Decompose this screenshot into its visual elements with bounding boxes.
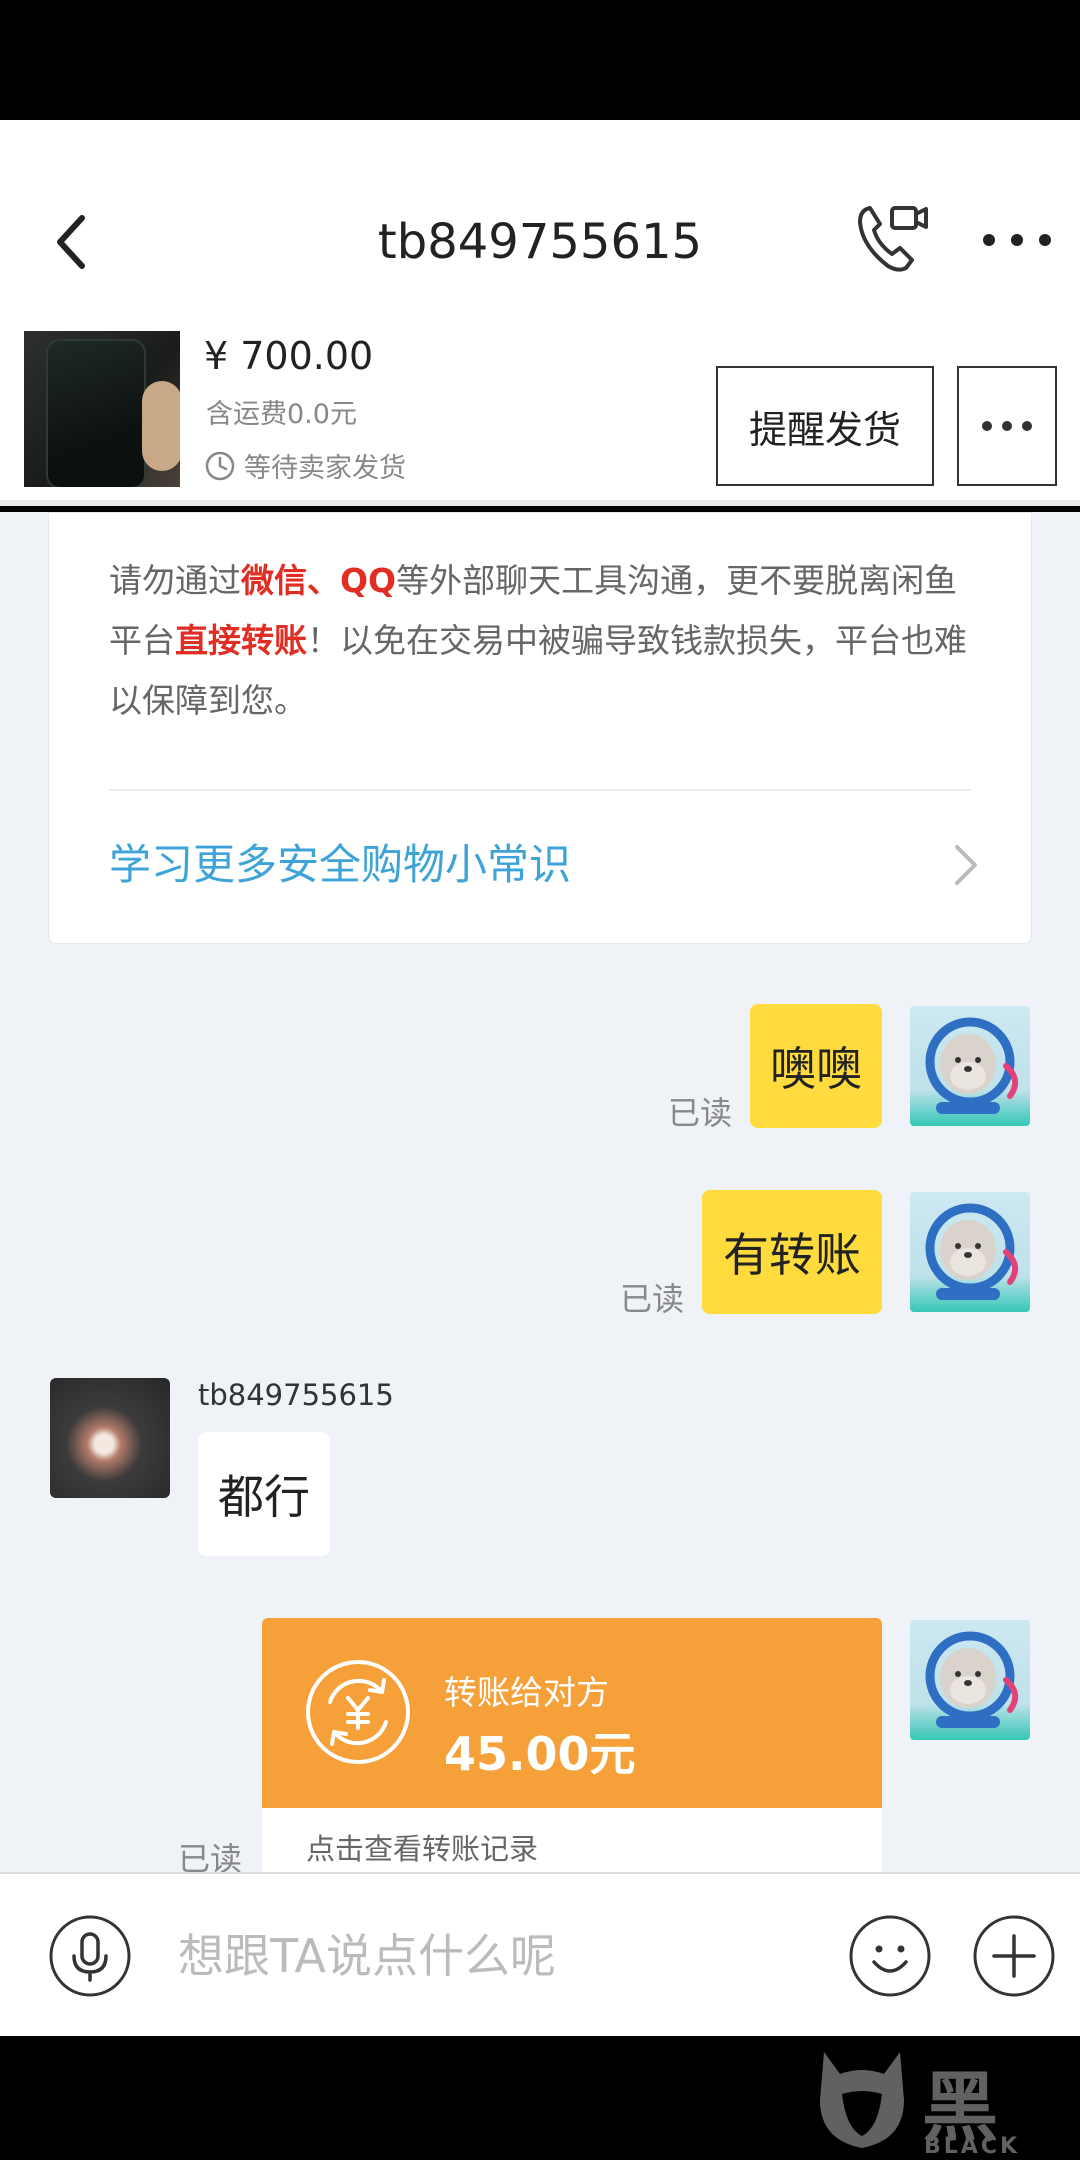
product-thumbnail[interactable] [24, 331, 180, 487]
chevron-right-icon[interactable] [951, 841, 981, 889]
safety-tips-link[interactable]: 学习更多安全购物小常识 [109, 831, 571, 892]
black-cat-logo-icon [820, 2052, 904, 2148]
more-icon [982, 421, 1032, 431]
seller-message-bubble[interactable]: 都行 [198, 1432, 330, 1556]
sender-name: tb849755615 [198, 1378, 394, 1412]
chat-area[interactable]: 请勿通过微信、QQ等外部聊天工具沟通，更不要脱离闲鱼平台直接转账！以免在交易中被… [0, 512, 1080, 1872]
clock-icon [205, 451, 235, 480]
my-message-bubble[interactable]: 噢噢 [750, 1004, 882, 1128]
video-call-icon [858, 206, 928, 272]
transfer-record-link[interactable]: 点击查看转账记录 [306, 1826, 538, 1868]
shipping-fee: 含运费0.0元 [206, 399, 357, 430]
video-call-button[interactable] [856, 202, 928, 274]
order-status: 等待卖家发货 [204, 446, 406, 485]
chat-header: tb849755615 [0, 120, 1080, 316]
seal-avatar-icon [925, 1631, 1019, 1728]
seal-avatar-icon [925, 1203, 1019, 1300]
remind-ship-button[interactable]: 提醒发货 [716, 366, 934, 486]
status-bar [0, 0, 1080, 120]
microphone-icon [49, 1915, 131, 1997]
divider [109, 789, 971, 791]
header-more-button[interactable] [980, 220, 1054, 260]
message-input-bar [0, 1872, 1080, 2036]
read-status: 已读 [178, 1840, 243, 1872]
order-more-button[interactable] [957, 366, 1057, 486]
watermark-en: BLACK CAT [924, 2134, 1021, 2160]
avatar[interactable] [910, 1620, 1030, 1740]
message-input[interactable] [178, 1916, 778, 1996]
security-warning-card: 请勿通过微信、QQ等外部聊天工具沟通，更不要脱离闲鱼平台直接转账！以免在交易中被… [48, 512, 1032, 944]
transfer-yuan-icon [306, 1660, 410, 1764]
order-summary: ¥ 700.00 含运费0.0元 等待卖家发货 提醒发货 [0, 316, 1080, 506]
seal-avatar-icon [925, 1017, 1019, 1114]
avatar[interactable] [910, 1006, 1030, 1126]
my-message-bubble[interactable]: 有转账 [702, 1190, 882, 1314]
seller-avatar[interactable] [50, 1378, 170, 1498]
voice-button[interactable] [48, 1914, 132, 1998]
transfer-card-header: 转账给对方 45.00元 [262, 1618, 882, 1808]
transfer-title: 转账给对方 [444, 1673, 609, 1712]
order-price: ¥ 700.00 [204, 334, 374, 378]
avatar[interactable] [910, 1192, 1030, 1312]
read-status: 已读 [620, 1280, 685, 1318]
watermark: 黑猫 BLACK CAT [812, 2044, 1080, 2160]
security-warning-text: 请勿通过微信、QQ等外部聊天工具沟通，更不要脱离闲鱼平台直接转账！以免在交易中被… [109, 561, 967, 720]
more-functions-button[interactable] [972, 1914, 1056, 1998]
transfer-card[interactable]: 转账给对方 45.00元 点击查看转账记录 [262, 1618, 882, 1872]
emoji-button[interactable] [848, 1914, 932, 1998]
order-status-text: 等待卖家发货 [244, 453, 406, 484]
navigation-bar: 黑猫 BLACK CAT [0, 2036, 1080, 2160]
more-icon [983, 234, 1051, 246]
transfer-amount: 45.00元 [444, 1727, 636, 1781]
plus-icon [973, 1915, 1055, 1997]
read-status: 已读 [668, 1094, 733, 1132]
emoji-icon [849, 1915, 931, 1997]
